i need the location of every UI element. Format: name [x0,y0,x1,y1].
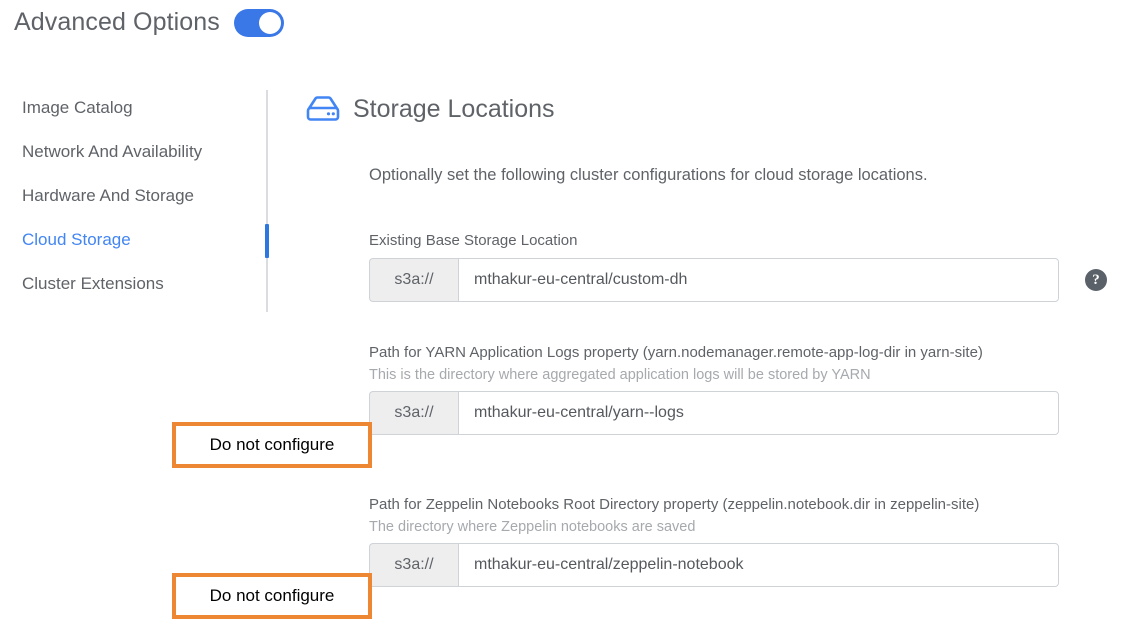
field-yarn-application-logs-path: Path for YARN Application Logs property … [369,344,1059,435]
field-label: Path for Zeppelin Notebooks Root Directo… [369,496,980,513]
advanced-options-toggle[interactable] [233,8,284,37]
annotation-callout-zeppelin: Do not configure [172,573,372,619]
input-row: s3a:// mthakur-eu-central/zeppelin-noteb… [369,543,1059,587]
input-group: s3a:// mthakur-eu-central/yarn--logs [369,391,1059,435]
zeppelin-notebook-path-input[interactable]: mthakur-eu-central/zeppelin-notebook [458,543,1059,587]
page-title: Advanced Options [14,8,220,36]
sidebar-item-label: Image Catalog [22,98,133,117]
section-title: Storage Locations [353,94,555,123]
field-help-text: This is the directory where aggregated a… [369,367,871,383]
sidebar-item-cloud-storage[interactable]: Cloud Storage [22,218,269,262]
sidebar-item-label: Cluster Extensions [22,274,164,293]
sidebar-item-label: Network And Availability [22,142,203,161]
input-group: s3a:// mthakur-eu-central/custom-dh [369,258,1059,302]
field-label: Existing Base Storage Location [369,232,578,249]
toggle-knob [258,11,281,34]
content-area: Image Catalog Network And Availability H… [0,86,1124,624]
sidebar-item-image-catalog[interactable]: Image Catalog [22,86,266,130]
sidebar: Image Catalog Network And Availability H… [0,86,269,316]
section-header: Storage Locations [305,86,1124,132]
sidebar-item-hardware-and-storage[interactable]: Hardware And Storage [22,174,266,218]
field-existing-base-storage-location: Existing Base Storage Location s3a:// mt… [369,232,1107,302]
input-row: s3a:// mthakur-eu-central/yarn--logs [369,391,1059,435]
sidebar-item-network-and-availability[interactable]: Network And Availability [22,130,266,174]
base-storage-location-input[interactable]: mthakur-eu-central/custom-dh [458,258,1059,302]
annotation-callout-yarn: Do not configure [172,422,372,468]
sidebar-active-indicator [265,224,269,258]
input-prefix-scheme: s3a:// [369,391,458,435]
question-mark-circle-icon[interactable]: ? [1085,269,1107,291]
sidebar-nav-list: Image Catalog Network And Availability H… [22,86,269,306]
input-row: s3a:// mthakur-eu-central/custom-dh ? [369,258,1107,302]
input-group: s3a:// mthakur-eu-central/zeppelin-noteb… [369,543,1059,587]
field-zeppelin-notebooks-path: Path for Zeppelin Notebooks Root Directo… [369,496,1059,587]
page-header: Advanced Options [14,8,284,37]
sidebar-item-cluster-extensions[interactable]: Cluster Extensions [22,262,266,306]
yarn-logs-path-input[interactable]: mthakur-eu-central/yarn--logs [458,391,1059,435]
field-label: Path for YARN Application Logs property … [369,344,983,361]
sidebar-item-label: Cloud Storage [22,230,131,249]
storage-drive-icon [305,94,353,124]
field-help-text: The directory where Zeppelin notebooks a… [369,519,696,535]
sidebar-item-label: Hardware And Storage [22,186,194,205]
input-prefix-scheme: s3a:// [369,258,458,302]
input-prefix-scheme: s3a:// [369,543,458,587]
main-panel: Storage Locations Optionally set the fol… [305,86,1124,587]
sidebar-divider [266,90,268,312]
section-description: Optionally set the following cluster con… [369,166,928,184]
